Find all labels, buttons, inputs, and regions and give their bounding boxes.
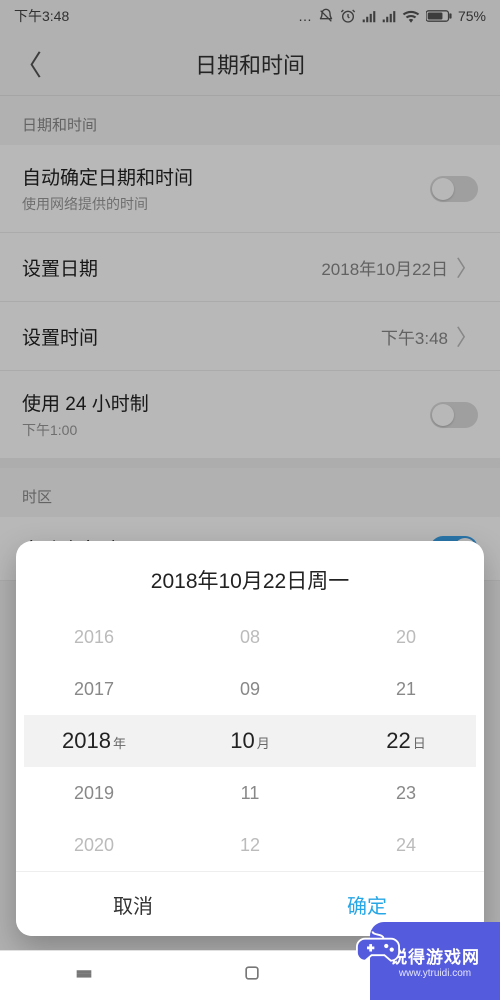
wheel-option: 2019: [16, 767, 172, 819]
wheel-day[interactable]: 20 21 22日 23 24: [328, 611, 484, 871]
wheel-option: 08: [172, 611, 328, 663]
wheel-option: 09: [172, 663, 328, 715]
gamepad-icon: [356, 926, 400, 966]
date-picker: 2018年10月22日周一 2016 2017 2018年 2019 2020 …: [16, 541, 484, 936]
picker-title: 2018年10月22日周一: [16, 541, 484, 611]
cancel-button[interactable]: 取消: [16, 872, 250, 936]
watermark-url: www.ytruidi.com: [399, 968, 471, 979]
modal-overlay[interactable]: 2018年10月22日周一 2016 2017 2018年 2019 2020 …: [0, 0, 500, 1000]
wheel-option: 21: [328, 663, 484, 715]
wheel-option: 11: [172, 767, 328, 819]
picker-wheels: 2016 2017 2018年 2019 2020 08 09 10月 11 1…: [16, 611, 484, 871]
watermark-title: 锐得游戏网: [390, 943, 480, 968]
nav-recent-icon[interactable]: [73, 962, 95, 989]
watermark-badge: 锐得游戏网 www.ytruidi.com: [370, 922, 500, 1000]
wheel-selected: 22日: [328, 715, 484, 767]
wheel-selected: 10月: [172, 715, 328, 767]
wheel-option: 23: [328, 767, 484, 819]
wheel-month[interactable]: 08 09 10月 11 12: [172, 611, 328, 871]
nav-home-icon[interactable]: [242, 963, 262, 988]
wheel-option: 20: [328, 611, 484, 663]
wheel-option: 24: [328, 819, 484, 871]
wheel-option: 12: [172, 819, 328, 871]
wheel-option: 2020: [16, 819, 172, 871]
wheel-selected: 2018年: [16, 715, 172, 767]
wheel-option: 2016: [16, 611, 172, 663]
wheel-option: 2017: [16, 663, 172, 715]
wheel-year[interactable]: 2016 2017 2018年 2019 2020: [16, 611, 172, 871]
